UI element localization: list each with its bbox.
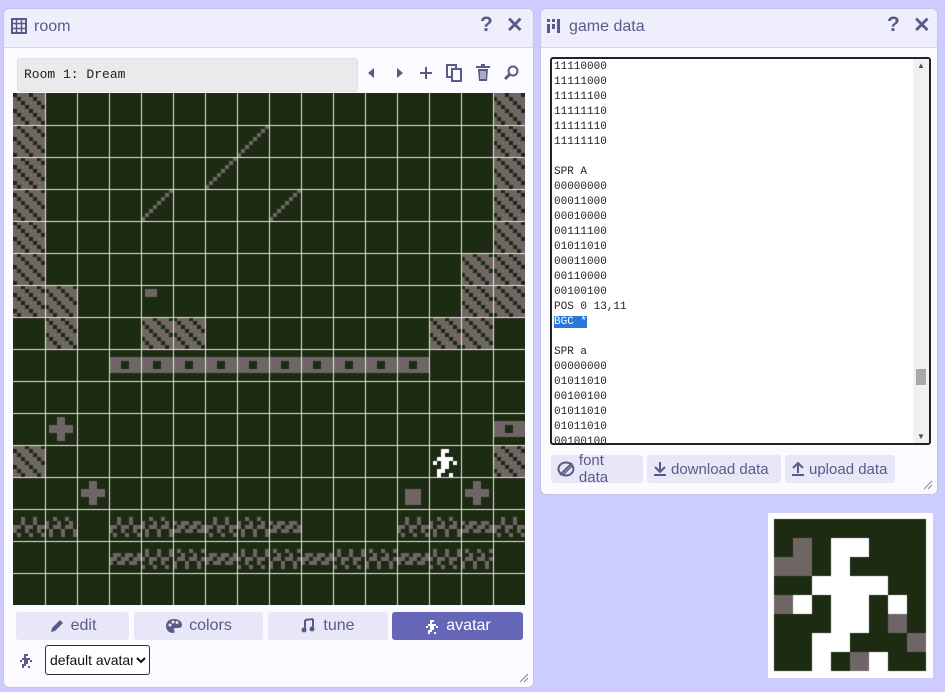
room-name-field[interactable]: Room 1: Dream (17, 58, 358, 92)
tab-edit[interactable]: edit (16, 612, 129, 640)
scroll-up-icon[interactable]: ▲ (913, 61, 929, 70)
font-data-button[interactable]: font data (551, 452, 643, 486)
game-data-panel: game data ? ✕ 11110000 11111000 11111100… (540, 8, 938, 495)
game-data-textarea[interactable]: 11110000 11111000 11111100 11111110 1111… (550, 57, 931, 445)
add-room-icon (420, 67, 432, 79)
game-data-text-before: 11110000 11111000 11111100 11111110 1111… (554, 61, 627, 313)
pencil-icon (50, 620, 63, 632)
room-help-button[interactable]: ? (480, 13, 493, 37)
duplicate-room-icon (446, 64, 462, 82)
resize-grip-icon[interactable] (923, 480, 933, 490)
scroll-thumb[interactable] (916, 369, 926, 385)
next-room-icon (397, 68, 403, 78)
upload-icon (792, 461, 804, 476)
font-icon (557, 461, 575, 477)
room-map-canvas[interactable] (13, 93, 525, 605)
avatar-icon (426, 620, 439, 634)
room-close-button[interactable]: ✕ (506, 13, 524, 38)
game-data-close-button[interactable]: ✕ (913, 13, 931, 38)
room-panel-title: room (34, 18, 71, 35)
game-data-panel-title: game data (569, 18, 645, 35)
tab-tune[interactable]: tune (268, 612, 388, 640)
game-data-icon (546, 18, 562, 39)
find-room-icon (503, 65, 519, 81)
download-icon (654, 462, 666, 476)
music-note-icon (301, 618, 315, 633)
grid-icon (11, 18, 27, 39)
scroll-down-icon[interactable]: ▼ (913, 432, 929, 441)
font-data-label: font data (578, 452, 609, 486)
resize-grip-icon[interactable] (519, 673, 529, 683)
duplicate-room-button[interactable] (441, 58, 467, 88)
room-panel-header[interactable]: room ? ✕ (4, 9, 533, 48)
delete-room-icon (476, 64, 490, 81)
prev-room-button[interactable] (358, 58, 384, 88)
find-room-button[interactable] (498, 58, 524, 88)
download-data-button[interactable]: download data (647, 455, 781, 483)
tab-colors-label: colors (189, 617, 232, 634)
next-room-button[interactable] (387, 58, 413, 88)
avatar-select[interactable]: default avatar (45, 645, 150, 675)
game-data-panel-header[interactable]: game data ? ✕ (541, 9, 937, 48)
avatar-small-icon (20, 654, 32, 668)
tab-colors[interactable]: colors (134, 612, 263, 640)
game-data-text-after: SPR a 00000000 01011010 00100100 0101101… (554, 346, 607, 445)
tab-edit-label: edit (70, 617, 97, 634)
download-data-label: download data (671, 460, 769, 478)
game-data-text[interactable]: 11110000 11111000 11111100 11111110 1111… (554, 60, 627, 445)
game-data-selection: BGC * (554, 316, 588, 328)
add-room-button[interactable] (413, 58, 439, 88)
room-panel: room ? ✕ Room 1: Dream edit colors tune … (3, 8, 534, 688)
upload-data-button[interactable]: upload data (785, 455, 895, 483)
palette-icon (166, 619, 183, 633)
prev-room-icon (368, 68, 374, 78)
avatar-sprite-preview[interactable] (768, 513, 933, 678)
tab-avatar-label: avatar (446, 617, 491, 634)
game-data-scrollbar[interactable]: ▲ ▼ (913, 59, 929, 443)
tab-tune-label: tune (323, 617, 355, 634)
tab-avatar[interactable]: avatar (392, 612, 523, 640)
upload-data-label: upload data (809, 460, 888, 478)
delete-room-button[interactable] (470, 58, 496, 88)
game-data-help-button[interactable]: ? (887, 13, 900, 37)
